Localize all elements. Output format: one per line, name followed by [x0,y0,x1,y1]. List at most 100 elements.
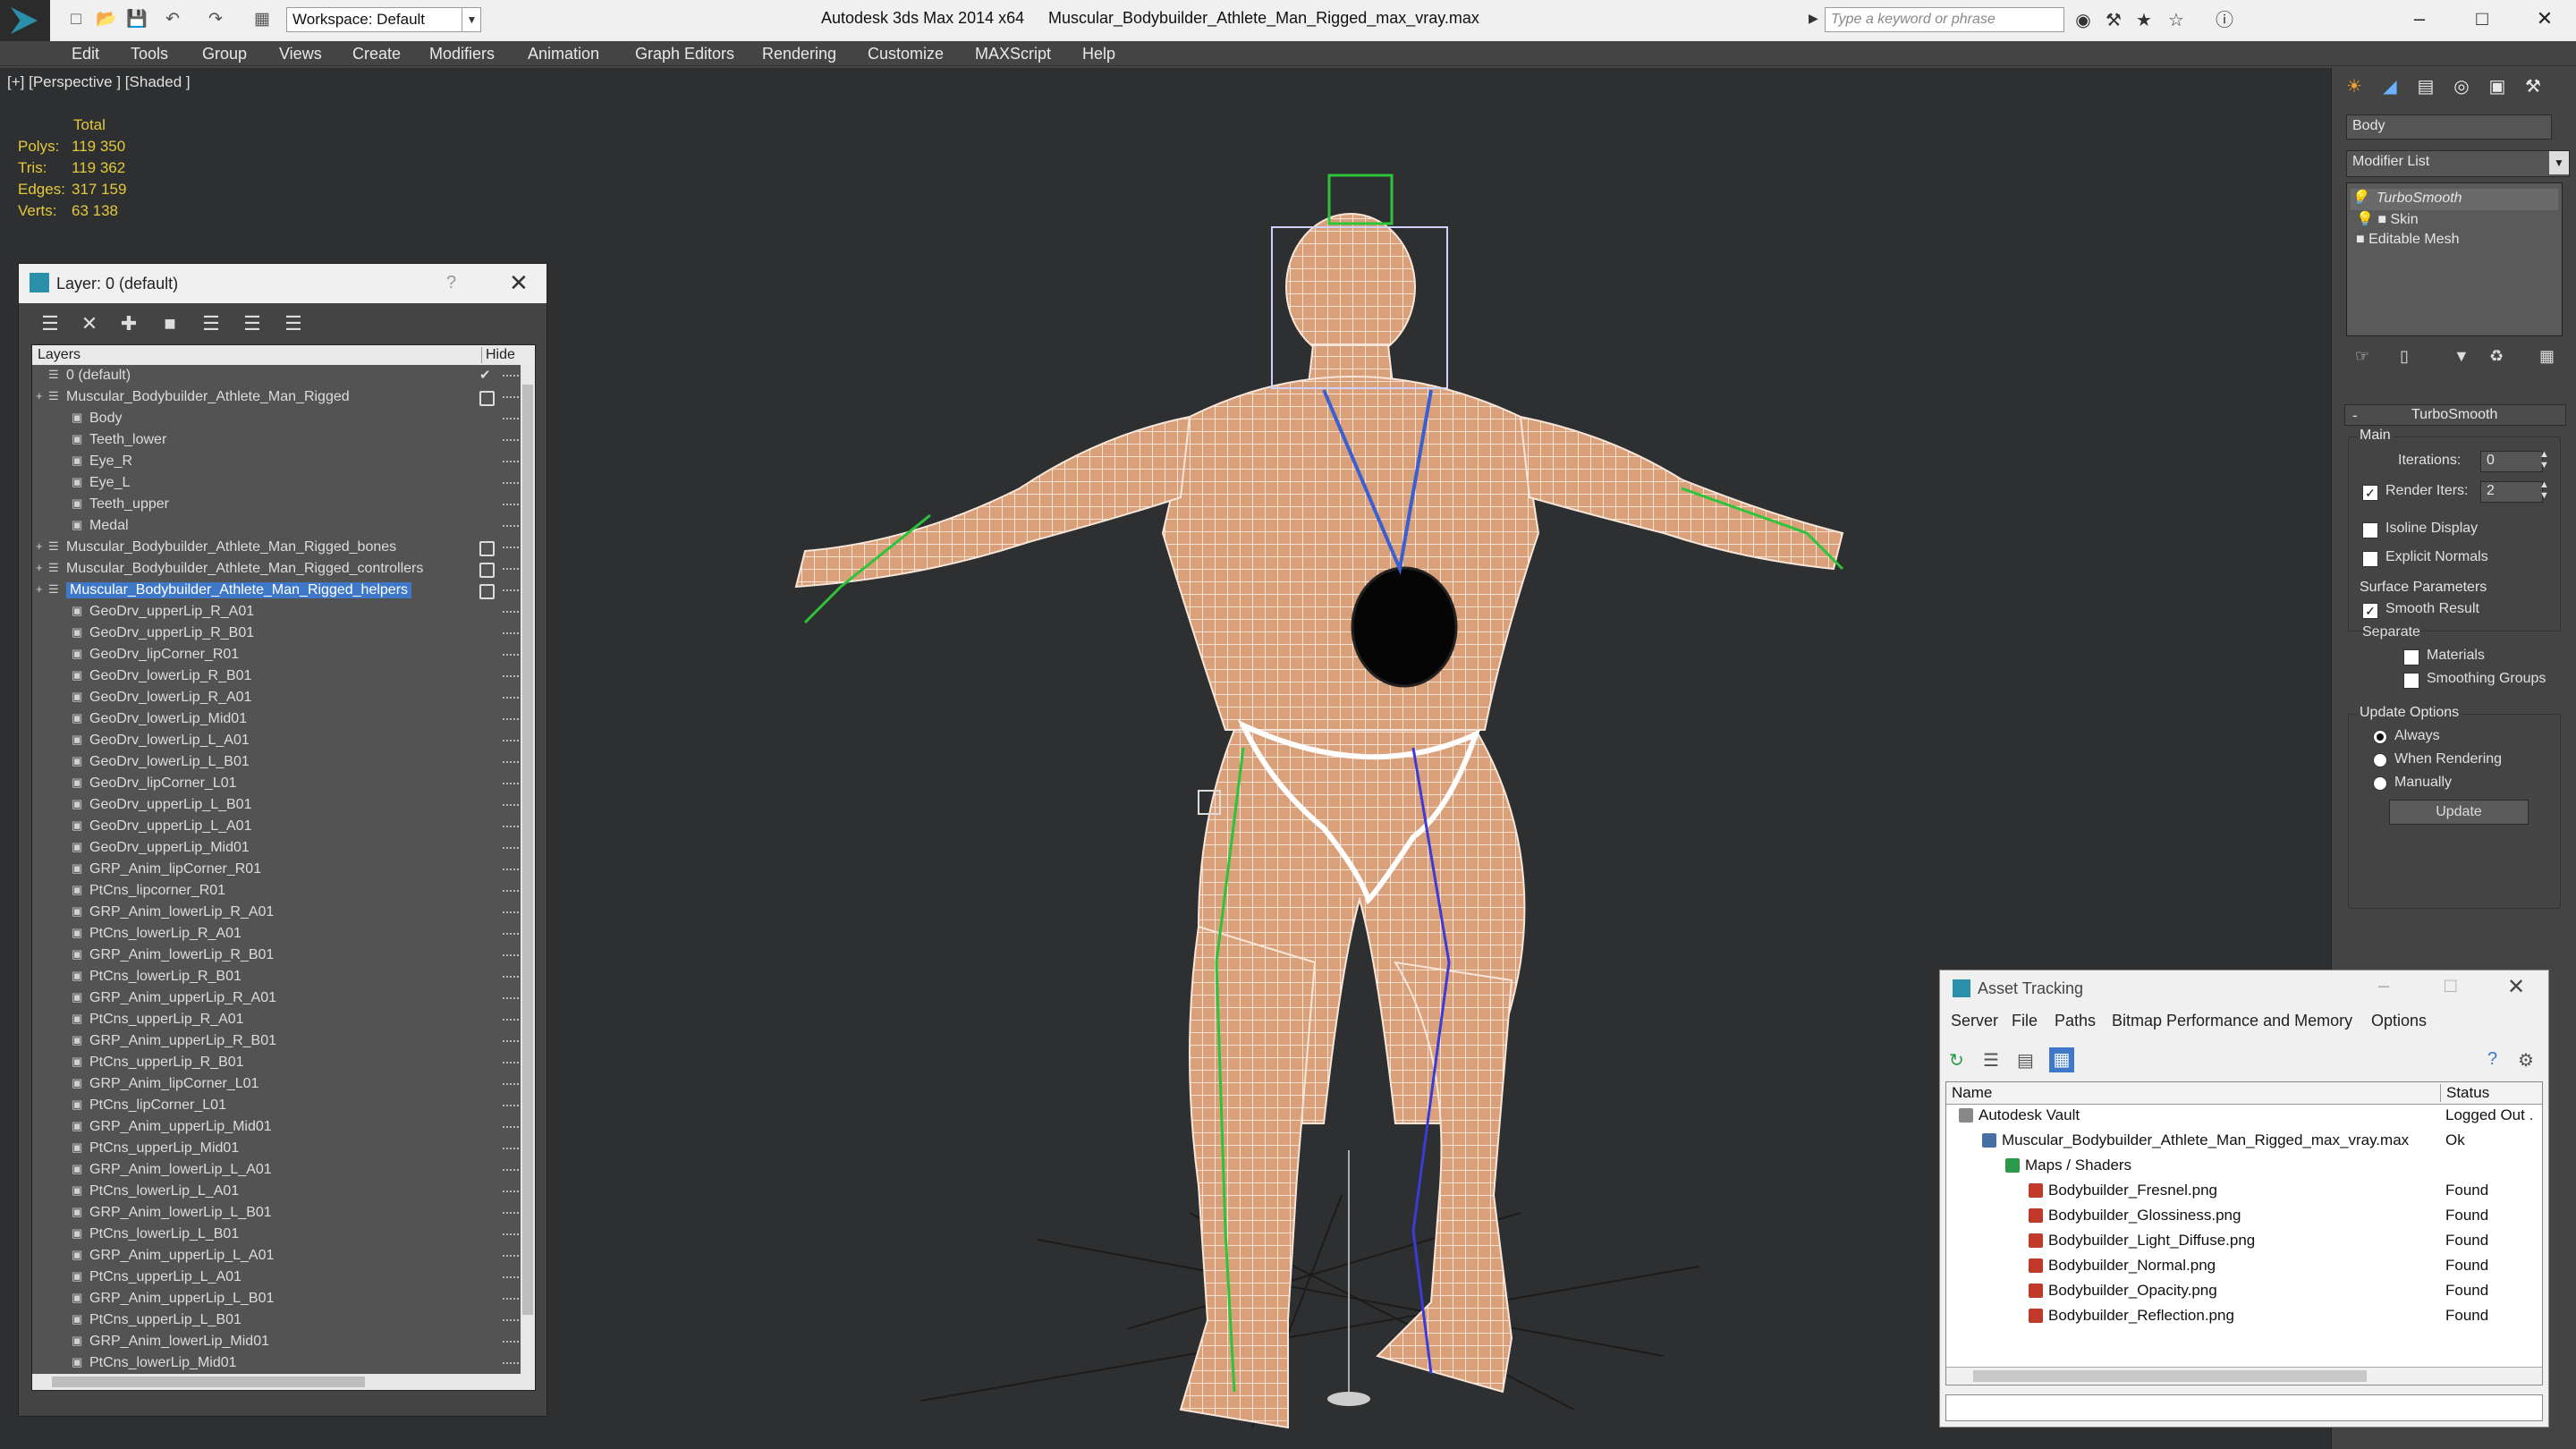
freeze-toggle-icon[interactable] [503,1362,519,1366]
layer-row[interactable]: ▣ GeoDrv_lowerLip_R_B01 [32,665,521,687]
asset-row[interactable]: Muscular_Bodybuilder_Athlete_Man_Rigged_… [1946,1129,2542,1152]
layer-row[interactable]: ▣ GeoDrv_upperLip_R_B01 [32,623,521,644]
freeze-toggle-icon[interactable] [503,1191,519,1194]
workspace-dropdown[interactable]: Workspace: Default [286,7,481,32]
search-input[interactable]: Type a keyword or phrase [1825,7,2064,32]
layer-row[interactable]: ▣ GeoDrv_lowerLip_L_B01 [32,751,521,773]
layer-row[interactable]: ▣ Teeth_lower [32,429,521,451]
chevron-down-icon[interactable]: ▼ [2549,151,2569,174]
layer-row[interactable]: ▣ GRP_Anim_upperLip_R_A01 [32,987,521,1009]
favorites-star-icon[interactable]: ☆ [2163,9,2190,32]
pin-stack-icon[interactable]: ☞ [2355,347,2369,366]
layer-row[interactable]: ☰ 0 (default) ✔ [32,365,521,386]
layer-horizontal-scrollbar[interactable] [32,1374,535,1390]
iterations-spinner[interactable]: 0 [2480,451,2543,472]
freeze-toggle-icon[interactable] [503,1148,519,1151]
scrollbar-thumb[interactable] [52,1377,365,1387]
layer-row[interactable]: ▣ GeoDrv_lowerLip_L_A01 [32,730,521,751]
freeze-toggle-icon[interactable] [503,504,519,507]
freeze-toggle-icon[interactable] [503,375,519,378]
layer-row[interactable]: ▣ Eye_R [32,451,521,472]
menu-animation[interactable]: Animation [528,45,599,64]
layer-row[interactable]: ▣ GRP_Anim_lowerLip_R_B01 [32,945,521,966]
scrollbar-thumb[interactable] [522,385,533,1315]
freeze-toggle-icon[interactable] [503,547,519,550]
hide-toggle-icon[interactable] [479,541,495,556]
layer-row[interactable]: ▣ GRP_Anim_upperLip_L_B01 [32,1288,521,1309]
menu-options[interactable]: Options [2371,1012,2427,1030]
layer-row[interactable]: ▣ GRP_Anim_lowerLip_Mid01 [32,1331,521,1352]
freeze-toggle-icon[interactable] [503,1105,519,1108]
menu-group[interactable]: Group [202,45,247,64]
freeze-toggle-icon[interactable] [503,718,519,722]
asset-horizontal-scrollbar[interactable] [1946,1367,2542,1385]
freeze-toggle-icon[interactable] [503,1212,519,1216]
layer-row[interactable]: ▣ PtCns_lowerLip_L_A01 [32,1181,521,1202]
freeze-toggle-icon[interactable] [503,568,519,572]
help-icon[interactable]: ⓘ [2211,9,2238,32]
freeze-toggle-icon[interactable] [503,869,519,872]
motion-tab-icon[interactable]: ◎ [2446,73,2477,100]
menu-create[interactable]: Create [352,45,401,64]
asset-row[interactable]: Bodybuilder_Light_Diffuse.png Found [1946,1229,2542,1252]
expand-icon[interactable]: + [36,540,48,553]
menu-customize[interactable]: Customize [868,45,944,64]
layer-row[interactable]: ▣ GRP_Anim_lowerLip_L_A01 [32,1159,521,1181]
stack-item-editable-mesh[interactable]: ■ Editable Mesh [2356,232,2460,253]
layer-row[interactable]: ▣ GeoDrv_upperLip_L_A01 [32,816,521,837]
scrollbar-thumb[interactable] [1973,1370,2367,1382]
new-file-icon[interactable]: □ [64,9,88,30]
explicit-normals-checkbox[interactable] [2362,551,2378,567]
layer-row[interactable]: ▣ PtCns_lipCorner_L01 [32,1095,521,1116]
asset-row[interactable]: Bodybuilder_Opacity.png Found [1946,1279,2542,1302]
freeze-toggle-icon[interactable] [503,997,519,1001]
layer-row[interactable]: ▣ Medal [32,515,521,537]
tree-view-icon[interactable]: ▤ [2017,1049,2034,1072]
display-tab-icon[interactable]: ▣ [2482,73,2512,100]
menu-file[interactable]: File [2012,1012,2038,1030]
freeze-toggle-icon[interactable] [503,697,519,700]
column-layers[interactable]: Layers [38,347,80,363]
freeze-toggle-icon[interactable] [503,1298,519,1301]
freeze-toggle-icon[interactable] [503,675,519,679]
layer-row[interactable]: ▣ PtCns_lowerLip_L_B01 [32,1224,521,1245]
layer-row[interactable]: ▣ GRP_Anim_upperLip_Mid01 [32,1116,521,1138]
update-button[interactable]: Update [2389,800,2529,825]
freeze-toggle-icon[interactable] [503,761,519,765]
project-folder-icon[interactable]: ▦ [250,9,274,30]
always-radio[interactable] [2373,730,2387,744]
layer-row[interactable]: + ☰ Muscular_Bodybuilder_Athlete_Man_Rigge… [32,537,521,558]
spinner-arrows-icon[interactable]: ▲ ▼ [2539,449,2549,470]
layer-row[interactable]: ▣ PtCns_upperLip_R_A01 [32,1009,521,1030]
manually-radio[interactable] [2373,776,2387,791]
asset-row[interactable]: Autodesk Vault Logged Out . [1946,1104,2542,1127]
utilities-tab-icon[interactable]: ⚒ [2518,73,2548,100]
freeze-toggle-icon[interactable] [503,632,519,636]
layer-row[interactable]: ▣ GRP_Anim_upperLip_R_B01 [32,1030,521,1052]
freeze-toggle-icon[interactable] [503,1233,519,1237]
freeze-toggle-icon[interactable] [503,847,519,851]
asset-row[interactable]: Bodybuilder_Reflection.png Found [1946,1304,2542,1327]
settings-icon[interactable]: ⚙ [2518,1049,2534,1072]
freeze-toggle-icon[interactable] [503,740,519,743]
highlight-layer-icon[interactable]: ☰ [198,310,225,337]
layer-row[interactable]: ▣ PtCns_upperLip_L_B01 [32,1309,521,1331]
menu-bitmap-performance[interactable]: Bitmap Performance and Memory [2112,1012,2352,1030]
hide-all-layers-icon[interactable]: ☰ [239,310,266,337]
layer-row[interactable]: ▣ PtCns_upperLip_R_B01 [32,1052,521,1073]
asset-row[interactable]: Bodybuilder_Normal.png Found [1946,1254,2542,1277]
layer-row[interactable]: ▣ Eye_L [32,472,521,494]
menu-modifiers[interactable]: Modifiers [429,45,495,64]
layer-row[interactable]: ▣ GeoDrv_lowerLip_R_A01 [32,687,521,708]
freeze-toggle-icon[interactable] [503,654,519,657]
layer-vertical-scrollbar[interactable] [521,365,535,1374]
undo-icon[interactable]: ↶ [161,9,184,30]
modify-tab-icon[interactable]: ◢ [2375,73,2405,100]
layer-row[interactable]: ▣ GeoDrv_upperLip_L_B01 [32,794,521,816]
table-view-icon[interactable]: ▦ [2049,1047,2074,1072]
configure-sets-icon[interactable]: ▦ [2539,347,2555,366]
freeze-toggle-icon[interactable] [503,1276,519,1280]
isoline-display-checkbox[interactable] [2362,522,2378,538]
create-tab-icon[interactable]: ☀ [2339,73,2369,100]
communication-center-icon[interactable]: ★ [2131,9,2157,32]
